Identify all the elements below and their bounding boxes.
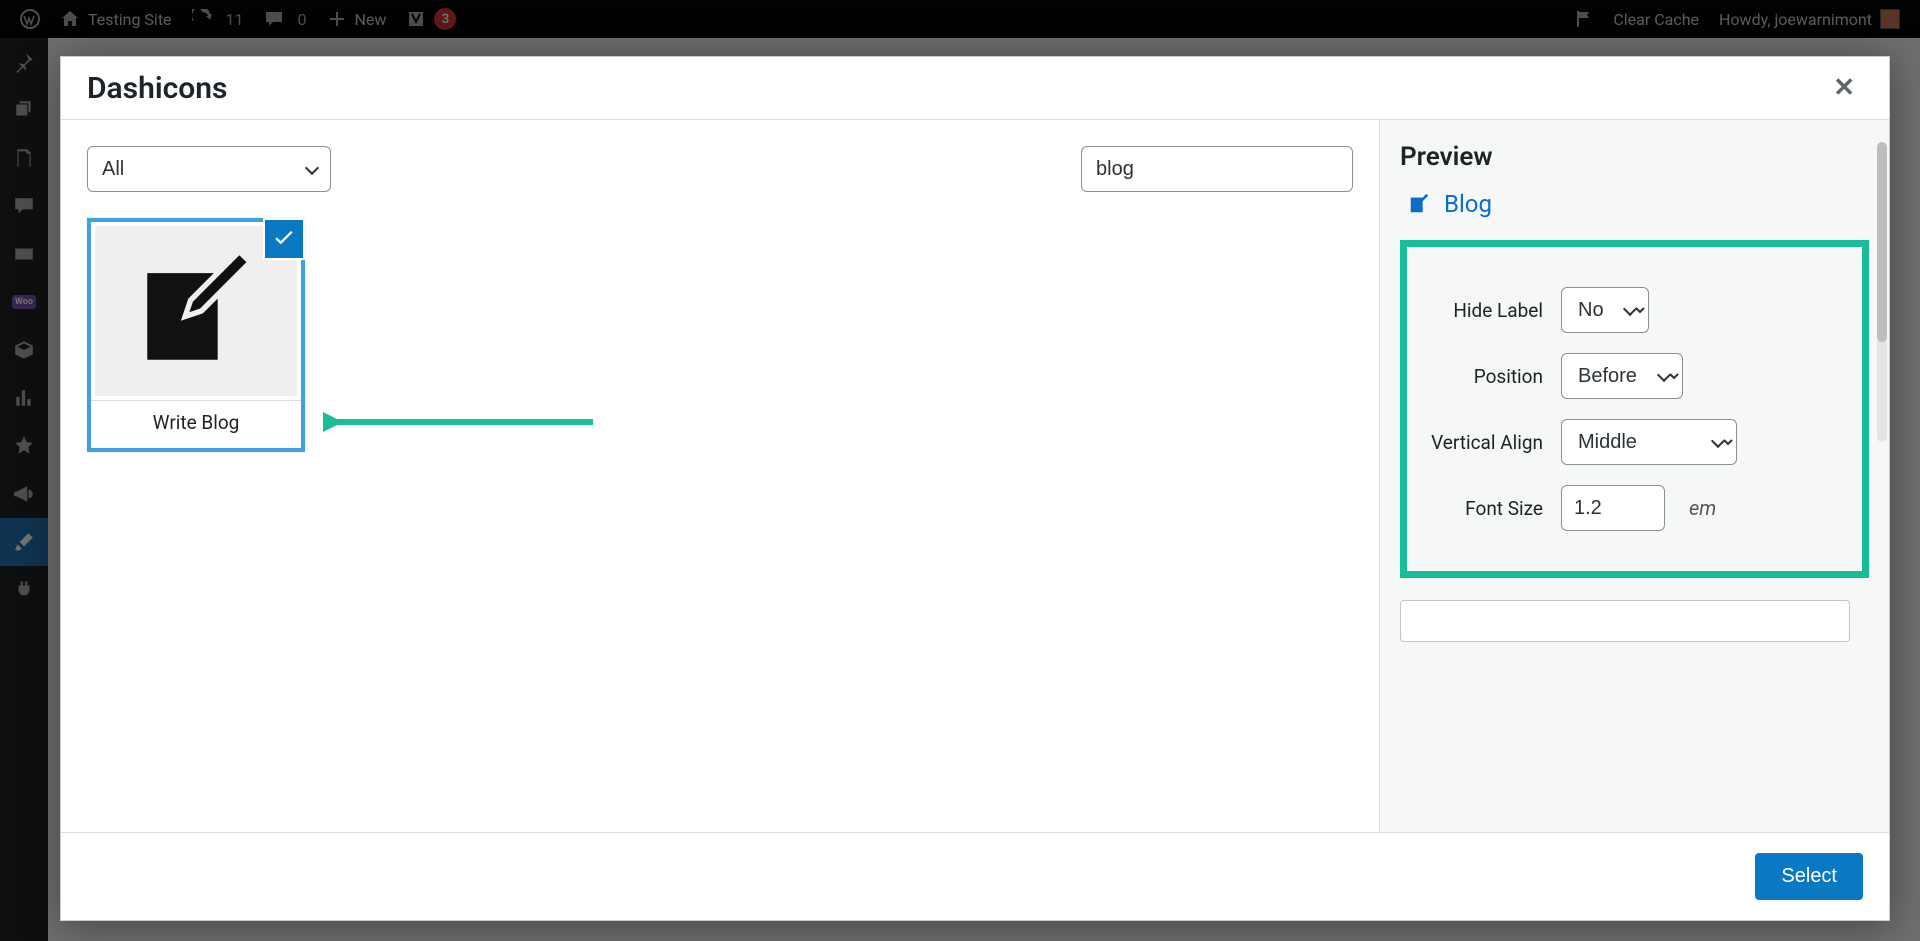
close-button[interactable]: ✕ (1825, 69, 1863, 107)
search-input[interactable] (1081, 146, 1353, 192)
extra-field[interactable] (1400, 600, 1850, 642)
fontsize-input[interactable] (1561, 485, 1665, 531)
modal-header: Dashicons ✕ (61, 57, 1889, 120)
preview-sample: Blog (1408, 190, 1869, 218)
write-blog-icon (1408, 193, 1430, 215)
selected-check-icon (263, 218, 305, 260)
scrollbar[interactable] (1877, 142, 1887, 442)
position-label: Position (1425, 365, 1543, 388)
fontsize-unit: em (1689, 496, 1716, 520)
icon-result-label: Write Blog (91, 400, 301, 448)
preview-label: Blog (1444, 190, 1492, 218)
icon-picker-pane: All Write Blo (61, 120, 1379, 832)
fontsize-label: Font Size (1425, 497, 1543, 520)
modal-footer: Select (61, 832, 1889, 920)
modal-title: Dashicons (87, 71, 227, 106)
preview-options-box: Hide Label No Position Before (1400, 240, 1869, 578)
hide-label-label: Hide Label (1425, 299, 1543, 322)
select-button[interactable]: Select (1755, 853, 1863, 900)
category-select[interactable]: All (87, 146, 331, 192)
dashicons-modal: Dashicons ✕ All (60, 56, 1890, 921)
preview-pane: Preview Blog Hide Label No (1379, 120, 1889, 832)
valign-select[interactable]: Middle (1561, 419, 1737, 465)
hide-label-select[interactable]: No (1561, 287, 1649, 333)
position-select[interactable]: Before (1561, 353, 1683, 399)
icon-result-selected[interactable]: Write Blog (87, 218, 305, 452)
preview-heading: Preview (1400, 142, 1869, 172)
valign-label: Vertical Align (1425, 431, 1543, 454)
